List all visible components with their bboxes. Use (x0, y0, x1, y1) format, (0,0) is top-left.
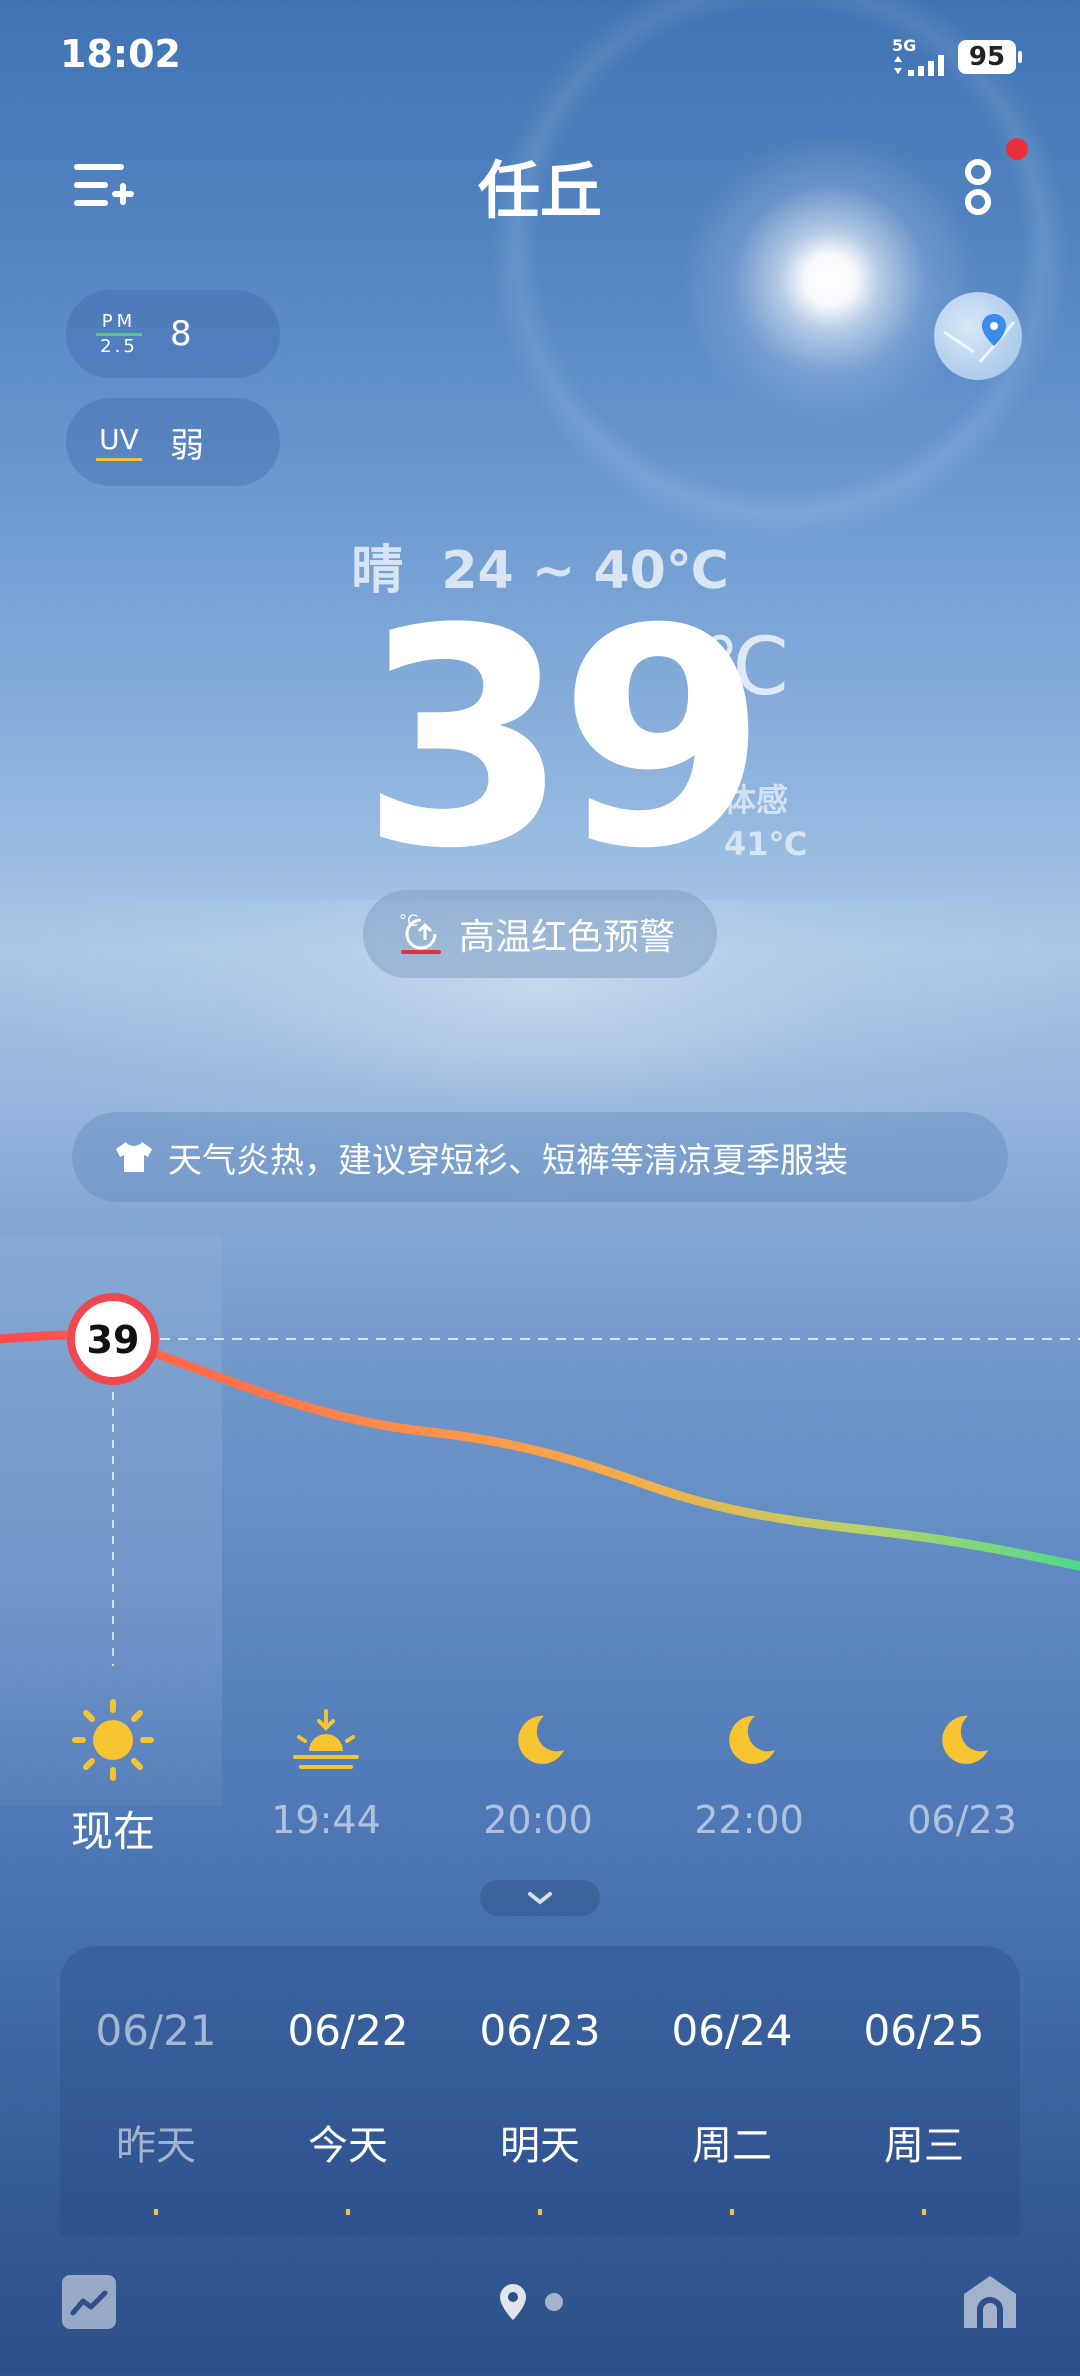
map-button[interactable] (934, 292, 1022, 380)
hourly-temperature-chart: 39 (0, 1293, 1080, 1666)
trend-chart-button[interactable] (62, 2275, 116, 2329)
pm25-pill[interactable]: PM 2.5 8 (66, 290, 280, 378)
day-weather-icon (730, 2209, 734, 2215)
city-title: 任丘 (477, 154, 602, 227)
home-icon (964, 2276, 1016, 2328)
daily-forecast-card: 06/21 昨天 06/22 今天 06/23 明天 06/24 周二 06/2… (60, 1946, 1020, 2236)
day-date: 06/24 (671, 2006, 793, 2055)
hour-label: 22:00 (694, 1798, 804, 1842)
feels-like: 体感 41℃ (724, 778, 807, 866)
temperature-curve (0, 1330, 1080, 1571)
hour-item-2000[interactable]: 20:00 (458, 1700, 618, 1842)
hour-label: 06/23 (907, 1798, 1017, 1842)
day-item-today[interactable]: 06/22 今天 (252, 2006, 444, 2215)
notification-dot (1006, 138, 1028, 160)
hour-label: 现在 (70, 1807, 155, 1856)
sunset-icon (293, 1709, 359, 1769)
hour-item-2200[interactable]: 22:00 (669, 1700, 829, 1842)
day-date: 06/22 (287, 2006, 409, 2055)
page-indicator-dot (545, 2293, 563, 2311)
trend-icon (70, 2290, 108, 2316)
advice-text: 天气炎热，建议穿短衫、短裤等清凉夏季服装 (168, 1140, 848, 1181)
battery-indicator: 95 (958, 40, 1022, 74)
hour-item-0623[interactable]: 06/23 (882, 1700, 1042, 1842)
day-date: 06/23 (479, 2006, 601, 2055)
day-item-wed[interactable]: 06/25 周三 (828, 2006, 1020, 2215)
uv-value: 弱 (170, 425, 204, 466)
temperature-unit: ℃ (700, 620, 790, 713)
day-weather-icon (538, 2209, 542, 2215)
feels-like-label: 体感 (724, 781, 789, 819)
expand-hourly-button[interactable] (480, 1880, 600, 1916)
home-button[interactable] (960, 2272, 1020, 2336)
chevron-down-icon (528, 1892, 552, 1905)
current-temp-marker-label: 39 (87, 1318, 140, 1362)
heat-warning-button[interactable]: °C 高温红色预警 (363, 890, 717, 978)
pm25-value: 8 (170, 314, 192, 354)
day-date: 06/21 (95, 2006, 217, 2055)
day-date: 06/25 (863, 2006, 985, 2055)
day-item-yesterday[interactable]: 06/21 昨天 (60, 2006, 252, 2215)
hour-label: 20:00 (483, 1798, 593, 1842)
current-temperature: 39 (360, 565, 767, 914)
sun-icon (72, 1699, 154, 1781)
day-item-tue[interactable]: 06/24 周二 (636, 2006, 828, 2215)
day-weather-icon (346, 2209, 350, 2215)
day-weekday: 周三 (884, 2123, 964, 2169)
location-page-indicator-icon (500, 2284, 526, 2320)
hour-item-sunset[interactable]: 19:44 (246, 1700, 406, 1842)
uv-label: UV (96, 423, 142, 461)
day-weekday: 明天 (500, 2123, 580, 2169)
day-weekday: 昨天 (116, 2123, 196, 2169)
uv-pill[interactable]: UV 弱 (66, 398, 280, 486)
day-weather-icon (922, 2209, 926, 2215)
day-weekday: 今天 (308, 2123, 388, 2169)
pm25-label: PM 2.5 (96, 312, 142, 356)
status-time: 18:02 (60, 32, 181, 76)
clothing-advice[interactable]: 天气炎热，建议穿短衫、短裤等清凉夏季服装 (72, 1112, 1008, 1202)
warning-text: 高温红色预警 (459, 917, 676, 958)
signal-icon (894, 55, 944, 76)
heat-warning-icon: °C (399, 911, 441, 954)
day-weather-icon (154, 2209, 158, 2215)
day-weekday: 周二 (692, 2123, 772, 2169)
moon-icon (518, 1715, 564, 1764)
hour-label: 19:44 (271, 1798, 381, 1842)
tshirt-icon (116, 1142, 152, 1172)
moon-icon (729, 1715, 775, 1764)
location-pin-icon (943, 314, 1016, 363)
more-options-icon[interactable] (960, 156, 1000, 220)
feels-like-value: 41℃ (724, 825, 808, 863)
hour-item-now[interactable]: 现在 (33, 1699, 193, 1859)
moon-icon (942, 1715, 988, 1764)
day-item-tomorrow[interactable]: 06/23 明天 (444, 2006, 636, 2215)
